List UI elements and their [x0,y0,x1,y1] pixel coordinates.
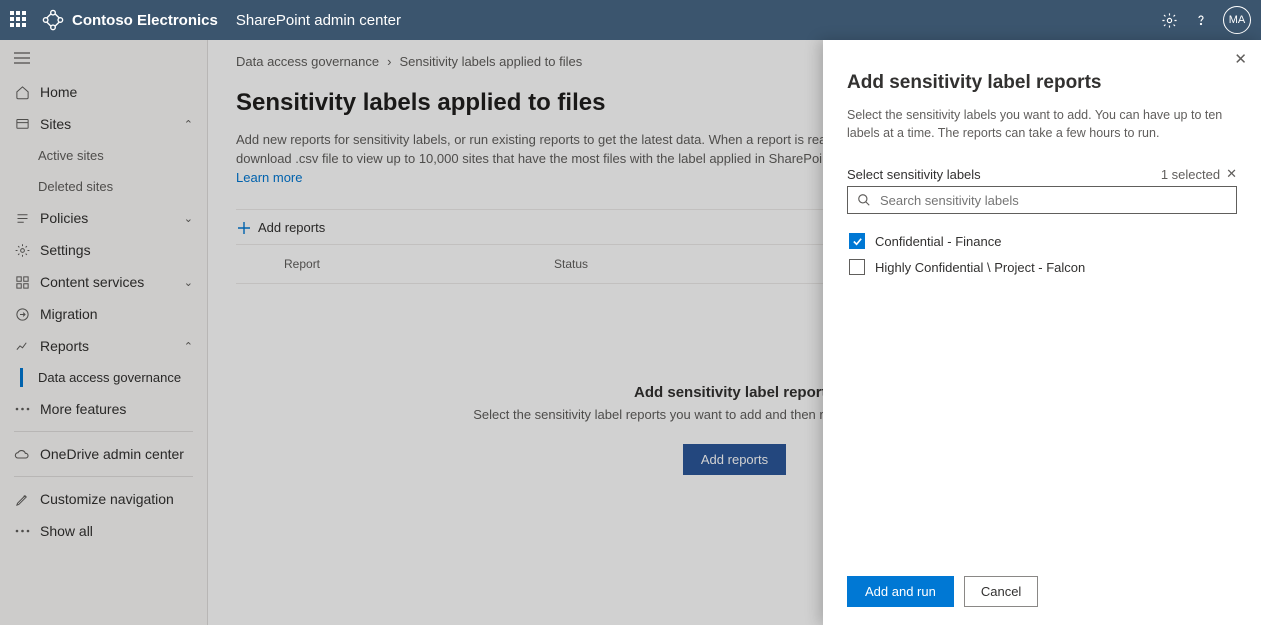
search-box[interactable] [847,186,1237,214]
app-name: SharePoint admin center [236,12,401,29]
close-icon[interactable]: ✕ [1234,50,1247,68]
panel-description: Select the sensitivity labels you want t… [847,106,1237,142]
brand-name: Contoso Electronics [72,12,218,29]
checkbox-checked-icon[interactable] [849,233,865,249]
side-panel: ✕ Add sensitivity label reports Select t… [823,40,1261,625]
search-input[interactable] [880,193,1228,208]
checkbox-unchecked-icon[interactable] [849,259,865,275]
add-and-run-button[interactable]: Add and run [847,576,954,607]
settings-icon[interactable] [1153,4,1185,36]
panel-title: Add sensitivity label reports [847,72,1237,94]
selected-count: 1 selected [1161,167,1220,182]
label-option-text: Highly Confidential \ Project - Falcon [875,260,1085,275]
clear-selection[interactable]: 1 selected ✕ [1161,166,1237,182]
search-icon [856,192,872,208]
label-option-0[interactable]: Confidential - Finance [847,228,1237,254]
close-icon: ✕ [1226,166,1237,182]
panel-label-row: Select sensitivity labels 1 selected ✕ [847,166,1237,182]
label-option-text: Confidential - Finance [875,234,1001,249]
select-labels-label: Select sensitivity labels [847,167,981,182]
panel-footer: Add and run Cancel [847,562,1237,607]
avatar-initials: MA [1229,14,1246,26]
brand-logo-icon [42,9,64,31]
topbar: Contoso Electronics SharePoint admin cen… [0,0,1261,40]
app-launcher-icon[interactable] [10,11,28,29]
cancel-button[interactable]: Cancel [964,576,1038,607]
user-avatar[interactable]: MA [1223,6,1251,34]
help-icon[interactable] [1185,4,1217,36]
label-option-1[interactable]: Highly Confidential \ Project - Falcon [847,254,1237,280]
